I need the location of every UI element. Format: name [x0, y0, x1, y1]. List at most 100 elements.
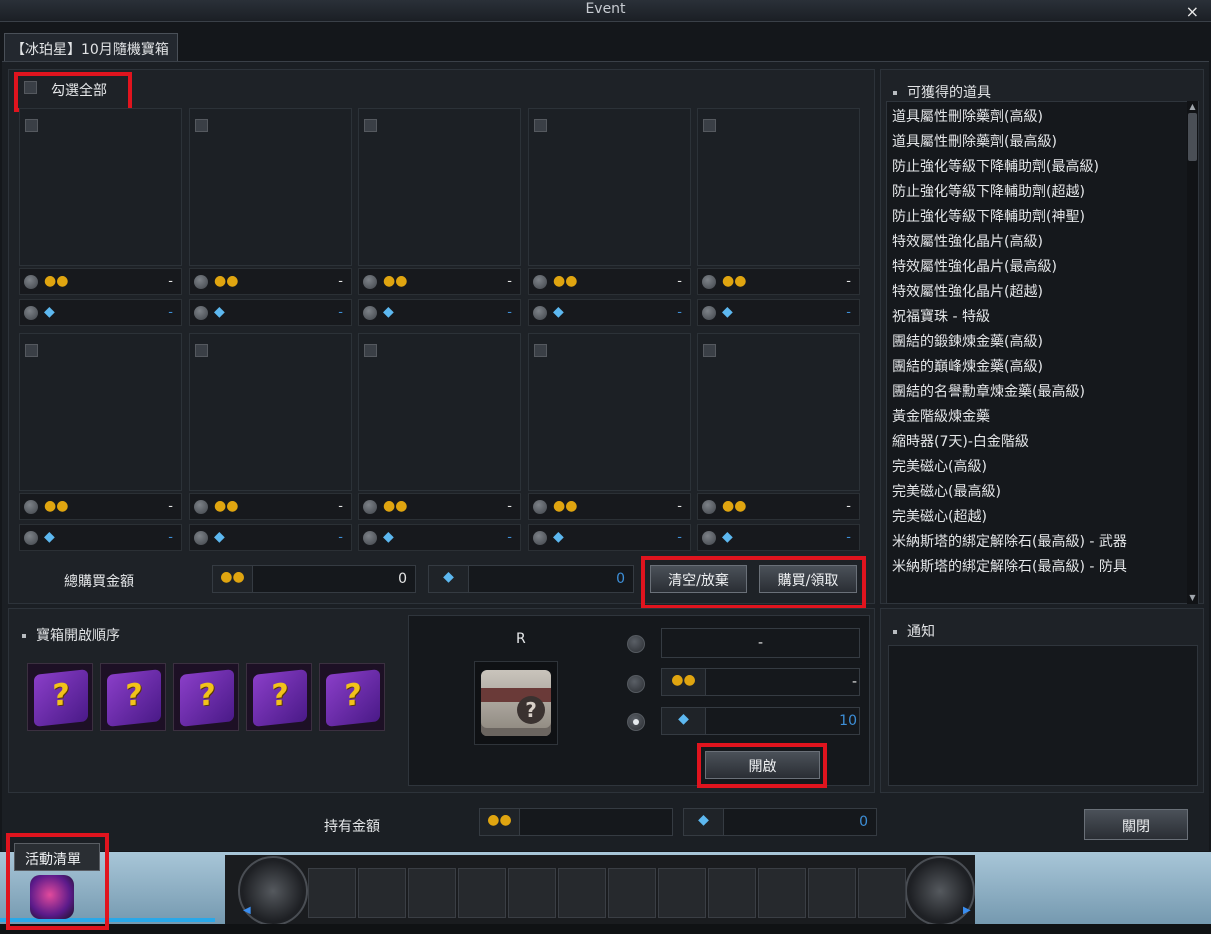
clear-abandon-button[interactable]: 清空/放棄: [650, 565, 747, 593]
holdings-diamond-value: 0: [859, 814, 868, 830]
mystery-box-icon: ?: [173, 663, 239, 731]
gold-radio[interactable]: [24, 275, 38, 289]
scroll-down-icon[interactable]: ▼: [1188, 593, 1197, 603]
hotbar-slot[interactable]: [408, 868, 456, 918]
gold-radio[interactable]: [363, 275, 377, 289]
obtainable-item: 防止強化等級下降輔助劑(最高級): [892, 159, 1099, 175]
hotbar-slot[interactable]: [558, 868, 606, 918]
slot-diamond-row: ◆ -: [358, 524, 521, 551]
activity-list-tab[interactable]: 活動清單: [14, 843, 100, 871]
diamond-icon: ◆: [662, 708, 706, 734]
hotbar-slot[interactable]: [758, 868, 806, 918]
hotbar-slot[interactable]: [858, 868, 906, 918]
diamond-radio[interactable]: [24, 531, 38, 545]
diamond-radio[interactable]: [702, 531, 716, 545]
gold-coins-icon: ●●: [44, 273, 69, 289]
diamond-radio[interactable]: [24, 306, 38, 320]
hotbar-slot[interactable]: [708, 868, 756, 918]
diamond-radio[interactable]: [194, 306, 208, 320]
option-radio-2[interactable]: [627, 675, 645, 693]
items-list[interactable]: 道具屬性刪除藥劑(高級) 道具屬性刪除藥劑(最高級) 防止強化等級下降輔助劑(最高級…: [888, 105, 1188, 600]
tab-event[interactable]: 【冰珀星】10月隨機寶箱: [4, 33, 178, 61]
slot-diamond-row: ◆ -: [358, 299, 521, 326]
diamond-radio[interactable]: [702, 306, 716, 320]
holdings-label: 持有金額: [324, 819, 380, 835]
items-scrollbar[interactable]: ▲ ▼: [1187, 101, 1198, 604]
obtainable-item: 特效屬性強化晶片(高級): [892, 234, 1043, 250]
select-all[interactable]: 勾選全部: [24, 81, 107, 99]
hotbar-slot[interactable]: [608, 868, 656, 918]
slot-gold-row: ●● -: [358, 493, 521, 520]
reward-slot[interactable]: ●● - ◆ -: [697, 108, 860, 327]
scroll-up-icon[interactable]: ▲: [1188, 102, 1197, 112]
total-diamond-value: 0: [616, 571, 625, 587]
diamond-icon: ◆: [44, 304, 55, 320]
buy-claim-button[interactable]: 購買/領取: [759, 565, 857, 593]
activity-event-icon[interactable]: [30, 875, 74, 919]
obtainable-item: 祝福寶珠 - 特級: [892, 309, 990, 325]
gold-coins-icon: ●●: [722, 498, 747, 514]
bullet-icon: [22, 634, 26, 638]
gold-radio[interactable]: [363, 500, 377, 514]
reward-slot[interactable]: ●● - ◆ -: [19, 333, 182, 552]
hotbar-slot[interactable]: [508, 868, 556, 918]
gold-radio[interactable]: [533, 500, 547, 514]
hotbar-slot[interactable]: [308, 868, 356, 918]
reward-slot[interactable]: ●● - ◆ -: [358, 108, 521, 327]
hotbar-slot[interactable]: [458, 868, 506, 918]
reward-slot-checkbox[interactable]: [195, 119, 208, 132]
reward-slot-checkbox[interactable]: [534, 344, 547, 357]
hotbar-slot[interactable]: [358, 868, 406, 918]
hotbar-slot[interactable]: [808, 868, 856, 918]
select-all-checkbox[interactable]: [24, 81, 37, 94]
open-diamond-field: ◆ 10: [661, 707, 860, 735]
question-mark: ?: [198, 677, 216, 714]
total-gold-value: 0: [398, 571, 407, 587]
gold-radio[interactable]: [533, 275, 547, 289]
option-radio-3[interactable]: [627, 713, 645, 731]
reward-slot[interactable]: ●● - ◆ -: [189, 333, 352, 552]
gold-radio[interactable]: [194, 500, 208, 514]
gold-radio[interactable]: [194, 275, 208, 289]
reward-slot-checkbox[interactable]: [195, 344, 208, 357]
reward-slot-checkbox[interactable]: [364, 119, 377, 132]
reward-slot[interactable]: ●● - ◆ -: [697, 333, 860, 552]
notice-title-text: 通知: [907, 624, 935, 640]
gold-radio[interactable]: [24, 500, 38, 514]
diamond-icon: ◆: [722, 304, 733, 320]
hotbar-slot[interactable]: [658, 868, 706, 918]
diamond-radio[interactable]: [194, 531, 208, 545]
diamond-icon: ◆: [44, 529, 55, 545]
slot-gold-value: -: [168, 274, 173, 289]
reward-slot[interactable]: ●● - ◆ -: [528, 333, 691, 552]
diamond-radio[interactable]: [363, 531, 377, 545]
gold-radio[interactable]: [702, 500, 716, 514]
mystery-box-icon: ?: [27, 663, 93, 731]
reward-slot-checkbox[interactable]: [25, 344, 38, 357]
reward-slot-checkbox[interactable]: [703, 344, 716, 357]
slot-gold-row: ●● -: [528, 268, 691, 295]
reward-slot[interactable]: ●● - ◆ -: [189, 108, 352, 327]
close-icon[interactable]: ×: [1186, 2, 1199, 21]
reward-slot-checkbox[interactable]: [364, 344, 377, 357]
option-radio-1[interactable]: [627, 635, 645, 653]
diamond-icon: ◆: [684, 809, 724, 835]
diamond-radio[interactable]: [363, 306, 377, 320]
hotbar-prev-icon[interactable]: ◀: [243, 905, 251, 916]
open-button[interactable]: 開啟: [705, 751, 820, 779]
reward-slot-checkbox[interactable]: [534, 119, 547, 132]
hotbar-next-icon[interactable]: ▶: [963, 905, 971, 916]
scroll-thumb[interactable]: [1188, 113, 1197, 161]
reward-slot[interactable]: ●● - ◆ -: [358, 333, 521, 552]
obtainable-item: 團結的巔峰煉金藥(高級): [892, 359, 1043, 375]
reward-slot-checkbox[interactable]: [703, 119, 716, 132]
close-button[interactable]: 關閉: [1084, 809, 1188, 840]
reward-slot[interactable]: ●● - ◆ -: [528, 108, 691, 327]
reward-slot[interactable]: ●● - ◆ -: [19, 108, 182, 327]
gold-radio[interactable]: [702, 275, 716, 289]
gold-coins-icon: ●●: [383, 498, 408, 514]
diamond-radio[interactable]: [533, 306, 547, 320]
reward-slot-checkbox[interactable]: [25, 119, 38, 132]
holdings-gold-field: ●●: [479, 808, 673, 836]
diamond-radio[interactable]: [533, 531, 547, 545]
